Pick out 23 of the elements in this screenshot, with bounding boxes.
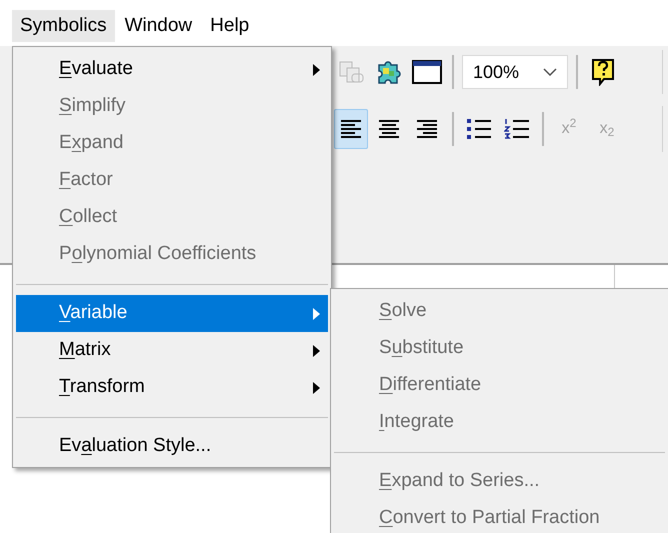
zoom-dropdown[interactable]: 100% [462, 55, 568, 89]
menu-item[interactable]: Variable [16, 295, 328, 332]
menu-item[interactable]: Evaluate [16, 51, 328, 88]
align-left-button[interactable] [334, 109, 368, 149]
numbered-list-icon [504, 118, 530, 140]
bulleted-list-icon [466, 118, 492, 140]
menu-bar-item[interactable]: Symbolics [12, 10, 115, 42]
help-icon [590, 58, 616, 86]
submenu-arrow-icon [313, 344, 320, 356]
menu-bar-item[interactable]: Window [116, 10, 200, 42]
submenu-arrow-icon [313, 382, 320, 394]
menu-bar-item[interactable]: Help [202, 10, 258, 42]
align-center-icon [377, 118, 401, 140]
submenu-arrow-icon [313, 308, 320, 320]
copy-icon [338, 60, 364, 84]
submenu-arrow-icon [313, 64, 320, 76]
window-icon [412, 60, 442, 84]
chevron-down-icon [543, 68, 557, 76]
menu-item[interactable]: Evaluation Style... [16, 428, 328, 465]
menu-item[interactable]: Matrix [16, 332, 328, 369]
menu-item[interactable]: Transform [16, 369, 328, 406]
align-right-icon [415, 118, 439, 140]
align-left-icon [339, 118, 363, 140]
